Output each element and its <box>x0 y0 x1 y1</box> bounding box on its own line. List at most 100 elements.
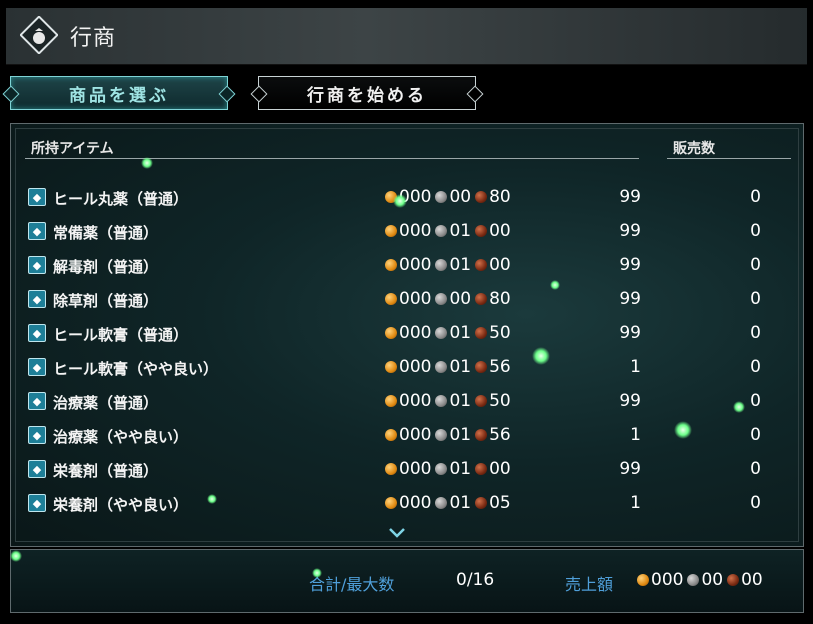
item-price: 000 01 56 <box>385 357 515 377</box>
item-row[interactable]: ◆ 解毒剤（普通） 000 01 00 99 0 <box>25 252 785 280</box>
price-copper: 80 <box>489 289 511 309</box>
item-sold-count[interactable]: 0 <box>725 221 761 241</box>
item-row[interactable]: ◆ 栄養剤（普通） 000 01 00 99 0 <box>25 456 785 484</box>
sparkle-effect <box>550 280 560 290</box>
item-stock: 99 <box>619 391 641 411</box>
price-silver: 01 <box>449 425 472 445</box>
tab-left-ornament <box>2 85 20 103</box>
silver-coin-icon <box>435 225 448 237</box>
tab-select-goods[interactable]: 商品を選ぶ <box>2 76 236 110</box>
total-label: 合計/最大数 <box>309 575 395 594</box>
scroll-down-icon[interactable] <box>388 527 406 539</box>
gold-coin-icon <box>637 574 649 586</box>
potion-icon: ◆ <box>28 494 46 512</box>
item-price: 000 01 50 <box>385 323 515 343</box>
item-sold-count[interactable]: 0 <box>725 459 761 479</box>
price-silver: 01 <box>449 391 472 411</box>
price-copper: 50 <box>489 323 511 343</box>
sales-gold: 000 <box>651 570 684 590</box>
item-sold-count[interactable]: 0 <box>725 323 761 343</box>
sparkle-effect <box>312 568 322 578</box>
column-divider <box>667 158 791 159</box>
item-name: 治療薬（普通） <box>53 394 159 412</box>
price-copper: 80 <box>489 187 511 207</box>
silver-coin-icon <box>435 429 448 441</box>
antidote-icon: ◆ <box>28 256 46 274</box>
price-gold: 000 <box>399 323 432 343</box>
gold-coin-icon <box>385 395 397 407</box>
item-row[interactable]: ◆ 栄養剤（やや良い） 000 01 05 1 0 <box>25 490 785 518</box>
money-bag-icon <box>20 16 58 54</box>
sales-silver: 00 <box>701 570 724 590</box>
sales-copper: 00 <box>741 570 763 590</box>
gold-coin-icon <box>385 463 397 475</box>
silver-coin-icon <box>687 574 700 586</box>
item-sold-count[interactable]: 0 <box>725 187 761 207</box>
price-copper: 50 <box>489 391 511 411</box>
sales-amount: 000 00 00 <box>637 570 767 590</box>
potion-icon: ◆ <box>28 222 46 240</box>
sparkle-effect <box>532 347 550 365</box>
gold-coin-icon <box>385 361 397 373</box>
item-stock: 99 <box>619 289 641 309</box>
price-gold: 000 <box>399 493 432 513</box>
copper-coin-icon <box>475 259 488 271</box>
item-sold-count[interactable]: 0 <box>725 255 761 275</box>
price-silver: 01 <box>449 255 472 275</box>
tab-left-ornament <box>250 85 268 103</box>
copper-coin-icon <box>475 395 488 407</box>
price-gold: 000 <box>399 221 432 241</box>
tab-label: 商品を選ぶ <box>69 85 169 106</box>
copper-coin-icon <box>475 463 488 475</box>
price-gold: 000 <box>399 425 432 445</box>
item-name: 栄養剤（やや良い） <box>53 496 189 514</box>
tab-right-ornament <box>218 85 236 103</box>
ointment-icon: ◆ <box>28 324 46 342</box>
item-stock: 1 <box>630 493 641 513</box>
item-row[interactable]: ◆ 治療薬（普通） 000 01 50 99 0 <box>25 388 785 416</box>
sparkle-effect <box>393 194 407 208</box>
sales-label: 売上額 <box>565 575 614 594</box>
item-sold-count[interactable]: 0 <box>725 425 761 445</box>
page-title: 行商 <box>70 26 117 51</box>
sparkle-effect <box>10 550 22 562</box>
gold-coin-icon <box>385 429 397 441</box>
item-name: 常備薬（普通） <box>53 224 159 242</box>
item-row[interactable]: ◆ ヒール軟膏（やや良い） 000 01 56 1 0 <box>25 354 785 382</box>
copper-coin-icon <box>475 293 488 305</box>
item-sold-count[interactable]: 0 <box>725 289 761 309</box>
item-sold-count[interactable]: 0 <box>725 357 761 377</box>
item-row[interactable]: ◆ 常備薬（普通） 000 01 00 99 0 <box>25 218 785 246</box>
item-stock: 1 <box>630 357 641 377</box>
price-silver: 00 <box>449 187 472 207</box>
item-name: ヒール軟膏（やや良い） <box>53 360 219 378</box>
price-gold: 000 <box>399 289 432 309</box>
gold-coin-icon <box>385 225 397 237</box>
column-divider <box>25 158 639 159</box>
copper-coin-icon <box>475 497 488 509</box>
item-price: 000 00 80 <box>385 289 515 309</box>
silver-coin-icon <box>435 497 448 509</box>
copper-coin-icon <box>727 574 740 586</box>
price-copper: 00 <box>489 459 511 479</box>
tab-label: 行商を始める <box>307 85 427 106</box>
copper-coin-icon <box>475 361 488 373</box>
item-row[interactable]: ◆ 除草剤（普通） 000 00 80 99 0 <box>25 286 785 314</box>
gold-coin-icon <box>385 497 397 509</box>
price-silver: 01 <box>449 221 472 241</box>
item-row[interactable]: ◆ 治療薬（やや良い） 000 01 56 1 0 <box>25 422 785 450</box>
item-row[interactable]: ◆ ヒール軟膏（普通） 000 01 50 99 0 <box>25 320 785 348</box>
silver-coin-icon <box>435 361 448 373</box>
item-sold-count[interactable]: 0 <box>725 493 761 513</box>
tab-start-peddling[interactable]: 行商を始める <box>250 76 484 110</box>
silver-coin-icon <box>435 191 448 203</box>
potion-icon: ◆ <box>28 392 46 410</box>
item-name: 治療薬（やや良い） <box>53 428 189 446</box>
price-gold: 000 <box>399 459 432 479</box>
sparkle-effect <box>141 157 153 169</box>
gold-coin-icon <box>385 327 397 339</box>
item-price: 000 01 56 <box>385 425 515 445</box>
price-silver: 01 <box>449 493 472 513</box>
tonic-icon: ◆ <box>28 460 46 478</box>
price-gold: 000 <box>399 357 432 377</box>
